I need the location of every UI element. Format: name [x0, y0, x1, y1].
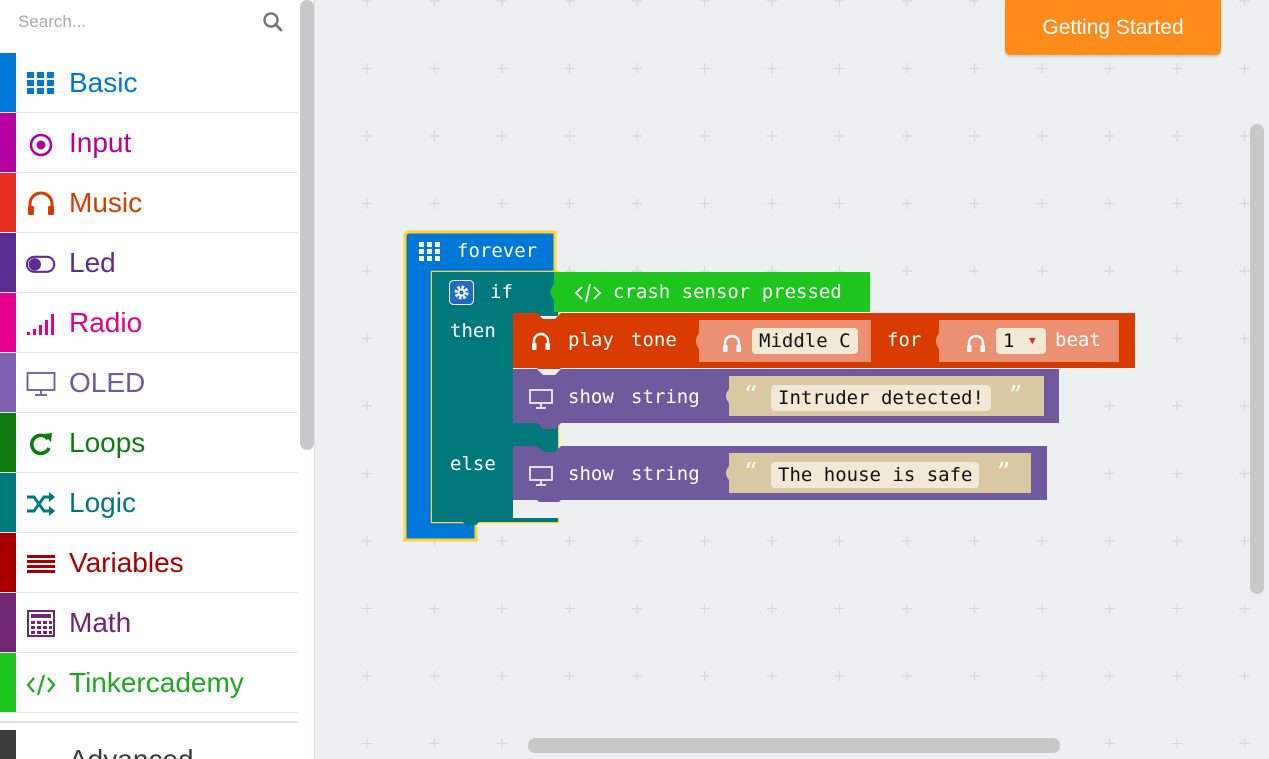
category-stripe: [0, 173, 16, 232]
grid-icon: [419, 242, 440, 261]
category-led[interactable]: Led: [0, 233, 298, 293]
category-stripe: [0, 533, 16, 592]
category-label: Loops: [69, 427, 146, 458]
category-math[interactable]: Math: [0, 593, 298, 653]
open-quote-icon: “: [744, 458, 758, 488]
category-stripe: [0, 730, 16, 759]
advanced-divider: [0, 721, 298, 723]
forever-label: forever: [457, 240, 538, 262]
string-label: string: [631, 463, 700, 485]
category-stripe: [0, 593, 16, 652]
category-advanced[interactable]: Advanced: [0, 730, 298, 759]
text-field-2[interactable]: The house is safe: [771, 462, 980, 488]
gear-icon[interactable]: [449, 280, 474, 305]
if-label: if: [490, 281, 513, 303]
grid-icon: [27, 72, 54, 94]
headphones-icon: [532, 332, 550, 350]
headphones-icon: [28, 191, 54, 215]
category-music[interactable]: Music: [0, 173, 298, 233]
category-label: Led: [69, 247, 116, 278]
category-radio[interactable]: Radio: [0, 293, 298, 353]
condition-label: crash sensor pressed: [613, 281, 842, 303]
category-stripe: [0, 413, 16, 472]
loop-arrow-icon: [29, 433, 52, 456]
toggle-icon: [26, 255, 56, 273]
category-stripe: [0, 653, 16, 712]
beat-value: 1: [1003, 330, 1015, 352]
then-label: then: [450, 320, 496, 342]
close-quote-icon: ”: [997, 458, 1011, 488]
search-icon[interactable]: [262, 11, 284, 33]
tone-label: tone: [631, 329, 677, 351]
headphones-icon: [967, 334, 985, 352]
code-brackets-icon: [26, 674, 56, 696]
getting-started-button[interactable]: Getting Started: [1005, 0, 1221, 55]
close-quote-icon: ”: [1009, 381, 1023, 411]
workspace-horizontal-scrollbar[interactable]: [528, 738, 1060, 753]
category-label: Variables: [69, 547, 184, 578]
headphones-icon: [723, 334, 741, 352]
monitor-icon: [26, 372, 56, 396]
category-variables[interactable]: Variables: [0, 533, 298, 593]
category-label: OLED: [69, 367, 146, 398]
category-label: Tinkercademy: [69, 667, 244, 698]
else-label: else: [450, 453, 496, 475]
open-quote-icon: “: [744, 381, 758, 411]
dropdown-arrow-icon: ▼: [1029, 334, 1036, 347]
target-icon: [29, 133, 53, 157]
category-basic[interactable]: Basic: [0, 53, 298, 113]
category-stripe: [0, 53, 16, 112]
category-logic[interactable]: Logic: [0, 473, 298, 533]
category-label: Advanced: [69, 744, 194, 759]
list-lines-icon: [27, 555, 55, 573]
string-label: string: [631, 386, 700, 408]
tone-dropdown[interactable]: Middle C: [752, 328, 858, 354]
workspace-vertical-scrollbar[interactable]: [1250, 124, 1264, 594]
category-stripe: [0, 233, 16, 292]
show-label: show: [568, 463, 614, 485]
category-tinkercademy[interactable]: Tinkercademy: [0, 653, 298, 713]
category-label: Radio: [69, 307, 143, 338]
category-stripe: [0, 293, 16, 352]
toolbox: Basic Input Music Led: [0, 0, 315, 759]
shuffle-icon: [27, 492, 55, 516]
category-label: Logic: [69, 487, 136, 518]
beat-dropdown[interactable]: 1 ▼: [996, 328, 1046, 354]
category-stripe: [0, 353, 16, 412]
category-stripe: [0, 113, 16, 172]
category-stripe: [0, 473, 16, 532]
for-label: for: [887, 329, 922, 351]
category-loops[interactable]: Loops: [0, 413, 298, 473]
category-label: Music: [69, 187, 143, 218]
signal-bars-icon: [27, 314, 54, 335]
category-label: Input: [69, 127, 132, 158]
search-input[interactable]: [8, 6, 258, 38]
toolbox-scrollbar[interactable]: [300, 0, 314, 450]
category-oled[interactable]: OLED: [0, 353, 298, 413]
category-label: Basic: [69, 67, 138, 98]
chevron-down-icon: [26, 746, 56, 759]
search-bar: [0, 0, 298, 46]
monitor-icon: [529, 389, 553, 409]
beat-label: beat: [1055, 329, 1101, 351]
category-input[interactable]: Input: [0, 113, 298, 173]
monitor-icon: [529, 466, 553, 486]
text-field-1[interactable]: Intruder detected!: [771, 385, 991, 411]
play-label: play: [568, 329, 614, 351]
show-label: show: [568, 386, 614, 408]
category-label: Math: [69, 607, 132, 638]
calculator-icon: [27, 610, 55, 637]
